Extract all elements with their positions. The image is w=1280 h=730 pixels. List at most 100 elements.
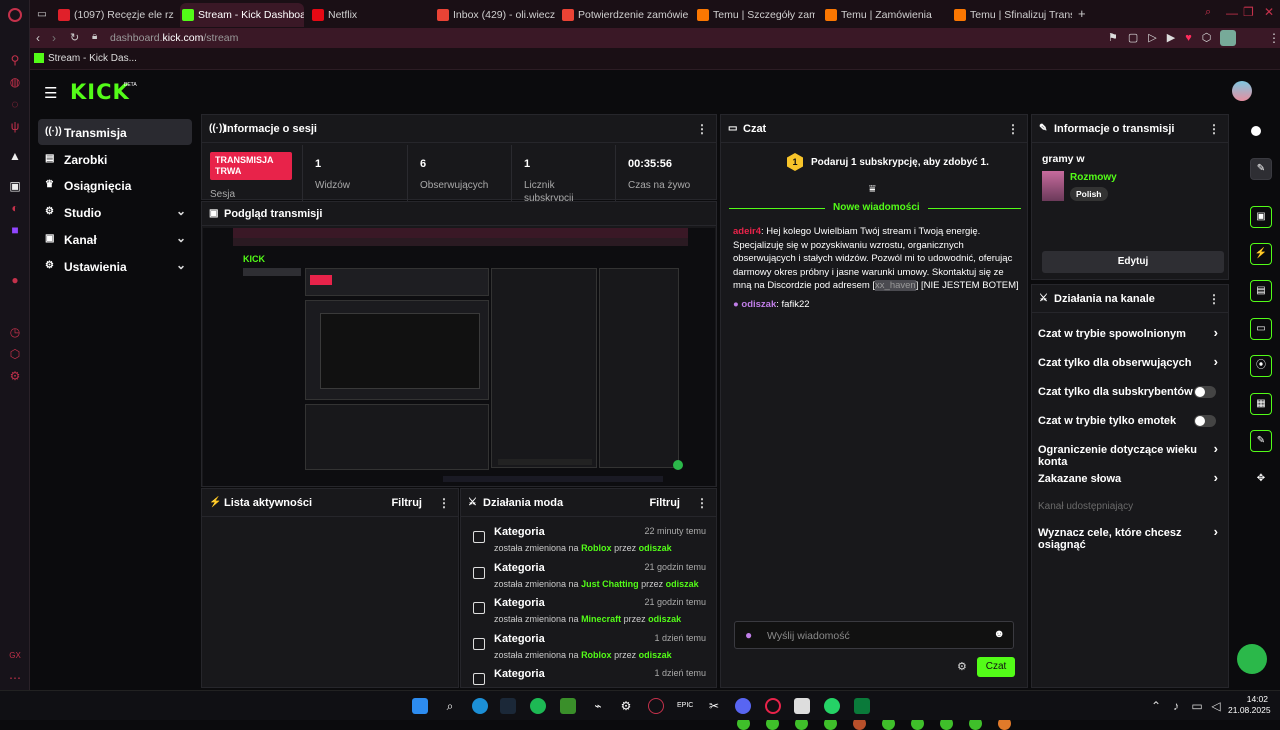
twitch-icon[interactable]: ■ — [7, 222, 23, 238]
chat-send-button[interactable]: Czat — [977, 657, 1015, 677]
chat-settings-icon[interactable]: ⚙ — [957, 660, 967, 673]
clock[interactable]: 14:02 21.08.2025 — [1228, 694, 1271, 716]
hamburger-icon[interactable]: ☰ — [44, 84, 57, 102]
back-icon[interactable]: ‹ — [36, 31, 40, 45]
browser-tab[interactable]: Temu | Szczegóły zamów — [695, 3, 815, 27]
stream-preview-video[interactable]: KICK — [203, 228, 715, 486]
session-menu-icon[interactable]: ⋮ — [696, 122, 708, 136]
mod-user-link[interactable]: odiszak — [666, 579, 699, 589]
apps-quick-button[interactable]: ✥ — [1250, 468, 1272, 490]
toggle-switch[interactable] — [1194, 415, 1216, 427]
url-field[interactable]: dashboard.kick.com/stream — [110, 32, 238, 44]
user-avatar[interactable] — [1232, 81, 1252, 101]
broadcast-quick-button[interactable]: ⦿ — [1250, 355, 1272, 377]
pin-icon[interactable]: ⚲ — [7, 52, 23, 68]
new-tab-button[interactable]: + — [1078, 6, 1086, 21]
channel-action-item[interactable]: Zakazane słowa › — [1038, 466, 1218, 494]
mod-user-link[interactable]: odiszak — [639, 650, 672, 660]
edit-button[interactable]: Edytuj — [1042, 251, 1224, 273]
messenger-icon[interactable]: ◍ — [7, 74, 23, 90]
spotify-taskbar-icon[interactable] — [530, 698, 546, 714]
info-icon[interactable] — [1251, 126, 1261, 136]
capcut-icon[interactable]: ✂ — [706, 698, 722, 714]
mic-tray-icon[interactable]: ♪ — [1168, 698, 1184, 714]
opera-icon[interactable] — [765, 698, 781, 714]
chat-menu-icon[interactable]: ⋮ — [1007, 122, 1019, 136]
clip-quick-button[interactable]: ▣ — [1250, 206, 1272, 228]
gx-icon[interactable]: GX — [7, 648, 23, 664]
support-chat-button[interactable] — [1237, 644, 1267, 674]
menu-icon[interactable]: ⋮ — [1268, 31, 1280, 45]
browser-tab[interactable]: Temu | Sfinalizuj Transak — [952, 3, 1072, 27]
volume-icon[interactable]: ◁ — [1208, 698, 1224, 714]
settings-gear-icon[interactable]: ⚙ — [7, 368, 23, 384]
more-icon[interactable]: ⋯ — [7, 670, 23, 686]
stream-info-menu-icon[interactable]: ⋮ — [1208, 122, 1220, 136]
mod-menu-icon[interactable]: ⋮ — [696, 496, 708, 510]
browser-tab[interactable]: Temu | Zamówienia — [823, 3, 945, 27]
browser-tab[interactable]: (1097) Recęzje ele rzeczy — [56, 3, 174, 27]
activity-menu-icon[interactable]: ⋮ — [438, 496, 450, 510]
minecraft-icon[interactable] — [560, 698, 576, 714]
opera-logo-icon[interactable] — [8, 8, 22, 22]
maximize-button[interactable]: ❐ — [1243, 5, 1254, 19]
workspace-icon[interactable]: ▭ — [33, 3, 53, 27]
chevron-down-icon[interactable]: ⌄ — [176, 258, 186, 272]
forward-icon[interactable]: › — [52, 31, 56, 45]
chevron-down-icon[interactable]: ⌄ — [176, 231, 186, 245]
mod-user-link[interactable]: odiszak — [639, 543, 672, 553]
close-button[interactable]: ✕ — [1264, 5, 1274, 19]
steam-icon[interactable] — [500, 698, 516, 714]
nav-item-zarobki[interactable]: ▤ Zarobki — [38, 146, 192, 172]
toggle-switch[interactable] — [1194, 386, 1216, 398]
profile-avatar[interactable] — [1220, 30, 1236, 46]
wrench-quick-button[interactable]: ✎ — [1250, 430, 1272, 452]
pin-down-icon[interactable]: ⩸ — [869, 183, 876, 196]
browser-tab[interactable]: Stream - Kick Dashboard — [180, 3, 304, 27]
channel-action-item[interactable]: Czat tylko dla obserwujących › — [1038, 350, 1218, 378]
mod-user-link[interactable]: odiszak — [648, 614, 681, 624]
channel-action-item[interactable]: Czat tylko dla subskrybentów — [1038, 379, 1218, 407]
tidal-icon[interactable]: ▣ — [7, 178, 23, 194]
browser-tab[interactable]: Inbox (429) - oli.wieczore — [435, 3, 555, 27]
category-link[interactable]: Minecraft — [581, 614, 621, 624]
notes-icon[interactable] — [794, 698, 810, 714]
set-goals-item[interactable]: Wyznacz cele, które chcesz osiągnąć › — [1038, 520, 1218, 551]
chevron-down-icon[interactable]: ⌄ — [176, 204, 186, 218]
channel-action-item[interactable]: Ograniczenie dotyczące wieku konta › — [1038, 437, 1218, 468]
nav-item-transmisja[interactable]: ((·)) Transmisja — [38, 119, 192, 145]
bookmark-kick[interactable]: Stream - Kick Das... — [48, 53, 137, 64]
chat-username-1[interactable]: adeir4 — [733, 226, 761, 237]
opera-gx-icon[interactable] — [648, 698, 664, 714]
reload-icon[interactable]: ↻ — [70, 31, 79, 44]
nav-item-osiągnięcia[interactable]: ♛ Osiągnięcia — [38, 172, 192, 198]
layout-quick-button[interactable]: ▦ — [1250, 393, 1272, 415]
nav-item-ustawienia[interactable]: ⚙ Ustawienia ⌄ — [38, 253, 192, 279]
bolt-quick-button[interactable]: ⚡ — [1250, 243, 1272, 265]
mod-filter-button[interactable]: Filtruj — [649, 497, 680, 509]
minimize-button[interactable]: — — [1226, 6, 1238, 20]
start-icon[interactable] — [412, 698, 428, 714]
search-icon[interactable]: ⌕ — [1205, 6, 1211, 19]
nav-item-studio[interactable]: ⚙ Studio ⌄ — [38, 199, 192, 225]
whatsapp-icon[interactable]: ◌ — [7, 96, 23, 112]
vk-icon[interactable]: ψ — [7, 118, 23, 134]
browser-tab[interactable]: Potwierdzenie zamówien — [560, 3, 688, 27]
emoji-icon[interactable]: ☻ — [993, 628, 1005, 640]
chat-input[interactable]: ● Wyślij wiadomość ☻ — [734, 621, 1014, 649]
excel-icon[interactable] — [854, 698, 870, 714]
discord-icon[interactable] — [735, 698, 751, 714]
whatsapp-taskbar-icon[interactable] — [824, 698, 840, 714]
search-taskbar-icon[interactable]: ⌕ — [442, 698, 458, 714]
category-link[interactable]: Just Chatting — [581, 579, 639, 589]
activity-filter-button[interactable]: Filtruj — [391, 497, 422, 509]
nav-item-kanał[interactable]: ▣ Kanał ⌄ — [38, 226, 192, 252]
channel-actions-menu-icon[interactable]: ⋮ — [1208, 292, 1220, 306]
settings-taskbar-icon[interactable]: ⚙ — [618, 698, 634, 714]
edit-quick-button[interactable]: ✎ — [1250, 158, 1272, 180]
channel-action-item[interactable]: Czat w trybie tylko emotek — [1038, 408, 1218, 436]
file-quick-button[interactable]: ▤ — [1250, 280, 1272, 302]
epic-icon[interactable]: EPIC — [677, 698, 693, 714]
spotify-icon[interactable]: ◐ — [7, 200, 23, 216]
category-link[interactable]: Roblox — [581, 650, 612, 660]
